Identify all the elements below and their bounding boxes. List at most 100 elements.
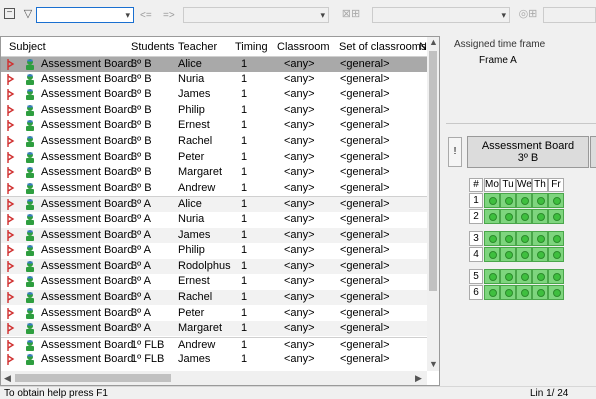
col-subject[interactable]: Subject — [9, 41, 46, 53]
cell-subject: Assessment Board — [41, 135, 134, 147]
period-number: 1 — [469, 193, 483, 208]
table-row[interactable]: Assessment Board 3º B Ernest 1 <any> <general… — [1, 118, 427, 133]
filter-combo[interactable]: ▾ — [36, 7, 134, 23]
cell-timing: 1 — [241, 306, 248, 319]
table-row[interactable]: Assessment Board 3º A Alice 1 <any> <general> — [1, 196, 427, 213]
timetable-slot[interactable] — [532, 285, 548, 300]
timetable-slot[interactable] — [484, 269, 500, 284]
status-marker-icon — [7, 292, 15, 303]
cell-classroom: <any> — [284, 353, 315, 366]
timetable-slot[interactable] — [484, 247, 500, 262]
timetable-slot[interactable] — [548, 209, 564, 224]
table-row[interactable]: Assessment Board 3º A Rodolphus 1 <any> <gene… — [1, 258, 427, 274]
cell-students: 3º A — [131, 244, 151, 257]
table-row[interactable]: Assessment Board 3º B Alice 1 <any> <general> — [1, 56, 427, 72]
table-row[interactable]: Assessment Board 3º A Rachel 1 <any> <general… — [1, 290, 427, 305]
table-row[interactable]: Assessment Board 3º B Rachel 1 <any> <general… — [1, 134, 427, 149]
col-teacher[interactable]: Teacher — [178, 41, 217, 53]
period-number: 5 — [469, 269, 483, 284]
timetable-slot[interactable] — [548, 231, 564, 246]
status-marker-icon — [7, 136, 15, 147]
cell-teacher: Margaret — [178, 166, 223, 179]
table-row[interactable]: Assessment Board 3º B Peter 1 <any> <general> — [1, 150, 427, 165]
timetable-slot[interactable] — [484, 209, 500, 224]
vertical-scroll-thumb[interactable] — [429, 51, 437, 291]
scroll-up-icon[interactable]: ▲ — [429, 37, 438, 47]
table-row[interactable]: Assessment Board 3º B Andrew 1 <any> <general… — [1, 181, 427, 196]
table-row[interactable]: Assessment Board 3º B Margaret 1 <any> <gener… — [1, 165, 427, 180]
cell-teacher: Alice — [178, 58, 202, 70]
horizontal-scroll-thumb[interactable] — [15, 374, 171, 382]
subject-icon — [26, 120, 34, 132]
timetable-slot[interactable] — [484, 193, 500, 208]
third-combo[interactable]: ▾ — [372, 7, 510, 23]
timetable-slot[interactable] — [500, 285, 516, 300]
timetable-slot[interactable] — [532, 269, 548, 284]
col-timing[interactable]: Timing — [235, 41, 268, 53]
table-row[interactable]: Assessment Board 3º B Nuria 1 <any> <general> — [1, 72, 427, 87]
splitter[interactable] — [441, 36, 444, 386]
col-n[interactable]: N — [419, 41, 427, 53]
table-row[interactable]: Assessment Board 3º A Nuria 1 <any> <general> — [1, 212, 427, 227]
status-position: Lin 1/ 24 — [530, 388, 569, 399]
col-students[interactable]: Students — [131, 41, 174, 53]
cell-teacher: Margaret — [178, 322, 223, 335]
timetable-slot[interactable] — [548, 247, 564, 262]
table-row[interactable]: Assessment Board 3º A James 1 <any> <general> — [1, 227, 427, 243]
timetable-slot[interactable] — [516, 231, 532, 246]
collapse-icon[interactable]: − — [4, 8, 15, 19]
status-marker-icon — [7, 260, 15, 272]
fourth-combo[interactable] — [543, 7, 596, 23]
table-row[interactable]: Assessment Board 3º B James 1 <any> <general> — [1, 87, 427, 102]
col-set-of-classrooms[interactable]: Set of classrooms — [339, 41, 426, 53]
cell-set: <general> — [340, 353, 390, 366]
scroll-right-icon[interactable]: ▶ — [415, 373, 422, 384]
cell-set: <general> — [340, 338, 390, 351]
tool-icon[interactable]: ◎⊞ — [516, 8, 540, 20]
timetable-slot[interactable] — [516, 247, 532, 262]
warning-button[interactable]: ! — [448, 137, 462, 167]
vertical-scrollbar[interactable]: ▲ ▼ — [427, 37, 439, 371]
table-row[interactable]: Assessment Board 3º A Ernest 1 <any> <general… — [1, 274, 427, 289]
nav-next-button[interactable]: => — [163, 10, 175, 21]
scroll-left-icon[interactable]: ◀ — [4, 373, 11, 384]
table-row[interactable]: Assessment Board 3º A Peter 1 <any> <general> — [1, 306, 427, 321]
timetable-slot[interactable] — [548, 285, 564, 300]
second-combo[interactable]: ▾ — [183, 7, 329, 23]
timetable-slot[interactable] — [500, 193, 516, 208]
table-row[interactable]: Assessment Board 3º A Margaret 1 <any> <gener… — [1, 321, 427, 337]
timetable-slot[interactable] — [548, 193, 564, 208]
cell-subject: Assessment Board — [41, 291, 134, 303]
grid-tool-icon[interactable]: ⊠⊞ — [336, 8, 366, 20]
timetable-slot[interactable] — [532, 209, 548, 224]
timetable-slot[interactable] — [516, 285, 532, 300]
timetable-slot[interactable] — [532, 247, 548, 262]
timetable-slot[interactable] — [500, 247, 516, 262]
table-row[interactable]: Assessment Board 3º A Philip 1 <any> <general… — [1, 243, 427, 258]
timetable-slot[interactable] — [500, 231, 516, 246]
timetable-slot[interactable] — [516, 269, 532, 284]
cell-timing: 1 — [241, 88, 248, 101]
nav-prev-button[interactable]: <= — [140, 10, 152, 21]
cell-subject: Assessment Board — [41, 150, 134, 163]
horizontal-scrollbar[interactable]: ◀ ▶ — [1, 371, 427, 385]
timetable-slot[interactable] — [500, 269, 516, 284]
cell-classroom: <any> — [284, 291, 315, 303]
next-card[interactable] — [590, 136, 596, 168]
timetable-slot[interactable] — [532, 193, 548, 208]
timetable-slot[interactable] — [516, 193, 532, 208]
col-classroom[interactable]: Classroom — [277, 41, 330, 53]
cell-set: <general> — [340, 166, 390, 179]
timetable-slot[interactable] — [484, 285, 500, 300]
table-row[interactable]: Assessment Board 3º B Philip 1 <any> <general… — [1, 103, 427, 118]
timetable-slot[interactable] — [532, 231, 548, 246]
timetable-slot[interactable] — [516, 209, 532, 224]
activity-card[interactable]: Assessment Board 3º B — [467, 136, 589, 168]
table-row[interactable]: Assessment Board 1º FLB James 1 <any> <genera… — [1, 352, 427, 367]
timetable-slot[interactable] — [500, 209, 516, 224]
timetable-slot[interactable] — [548, 269, 564, 284]
filter-icon[interactable]: ▽ — [22, 8, 34, 20]
scroll-down-icon[interactable]: ▼ — [429, 359, 438, 369]
timetable-slot[interactable] — [484, 231, 500, 246]
table-row[interactable]: Assessment Board 1º FLB Andrew 1 <any> <gener… — [1, 336, 427, 353]
